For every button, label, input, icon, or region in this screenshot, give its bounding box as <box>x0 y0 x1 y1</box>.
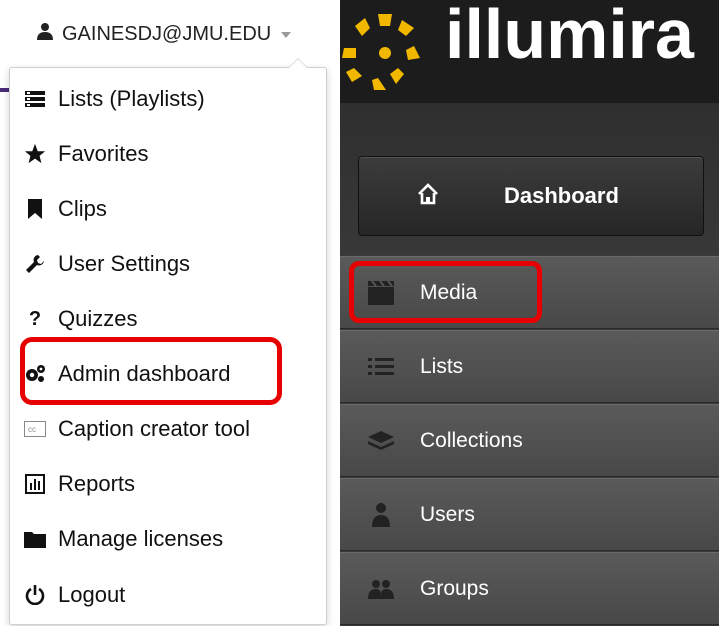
menu-item-manage-licenses[interactable]: Manage licenses <box>24 524 223 554</box>
menu-item-logout[interactable]: Logout <box>24 580 125 610</box>
menu-item-lists[interactable]: Lists (Playlists) <box>24 84 205 114</box>
menu-item-favorites[interactable]: Favorites <box>24 139 148 169</box>
menu-item-label: Logout <box>58 582 126 607</box>
bar-chart-icon <box>24 473 46 495</box>
nav-item-label: Users <box>420 503 475 526</box>
bookmark-icon <box>24 198 46 220</box>
menu-item-label: Quizzes <box>58 306 138 331</box>
svg-text:cc: cc <box>28 425 36 434</box>
menu-item-user-settings[interactable]: User Settings <box>24 249 190 279</box>
question-icon: ? <box>28 307 42 330</box>
annotation-highlight-media <box>349 261 542 323</box>
user-icon <box>36 22 54 46</box>
menu-item-label: Caption creator tool <box>58 416 250 441</box>
user-icon <box>368 503 394 527</box>
menu-item-label: Manage licenses <box>58 526 224 551</box>
power-icon <box>24 584 46 606</box>
chevron-down-icon <box>281 32 292 38</box>
stack-icon <box>368 429 394 453</box>
group-icon <box>368 577 394 601</box>
user-menu-toggle[interactable]: GAINESDJ@JMU.EDU <box>36 22 292 46</box>
menu-item-reports[interactable]: Reports <box>24 469 135 499</box>
nav-item-groups[interactable]: Groups <box>340 552 719 625</box>
nav-item-label: Lists <box>420 355 464 378</box>
menu-item-label: User Settings <box>58 251 191 276</box>
menu-item-quizzes[interactable]: ? Quizzes <box>24 304 138 334</box>
menu-item-label: Reports <box>58 471 136 496</box>
menu-item-caption-creator[interactable]: cc Caption creator tool <box>24 414 250 444</box>
nav-item-lists[interactable]: Lists <box>340 330 719 403</box>
dashboard-label: Dashboard <box>504 183 619 208</box>
nav-item-users[interactable]: Users <box>340 478 719 551</box>
folder-icon <box>24 528 46 550</box>
nav-item-label: Groups <box>420 577 489 600</box>
list-icon <box>24 88 46 110</box>
star-icon <box>24 143 46 165</box>
dashboard-button[interactable]: Dashboard <box>358 156 704 236</box>
logo-icon <box>340 8 430 103</box>
brand-header: illumira <box>340 0 719 103</box>
nav-item-label: Collections <box>420 429 523 452</box>
menu-item-label: Clips <box>58 196 107 221</box>
nav-item-collections[interactable]: Collections <box>340 404 719 477</box>
list-icon <box>368 355 394 379</box>
annotation-highlight-admin <box>20 337 282 405</box>
menu-item-label: Favorites <box>58 141 149 166</box>
user-email: GAINESDJ@JMU.EDU <box>62 22 272 45</box>
cc-icon: cc <box>24 418 46 440</box>
menu-item-clips[interactable]: Clips <box>24 194 107 224</box>
brand-name: illumira <box>445 0 694 73</box>
wrench-icon <box>24 253 46 275</box>
menu-item-label: Lists (Playlists) <box>58 86 205 111</box>
home-icon <box>417 183 439 210</box>
